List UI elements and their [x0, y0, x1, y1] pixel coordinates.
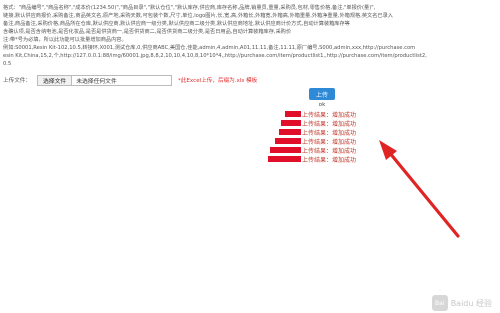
watermark-text: Baidu 经验 — [450, 298, 492, 308]
annotation-arrow — [379, 140, 460, 238]
watermark: Bai Baidu 经验 — [431, 295, 492, 311]
baidu-logo-icon: Bai — [431, 295, 448, 311]
